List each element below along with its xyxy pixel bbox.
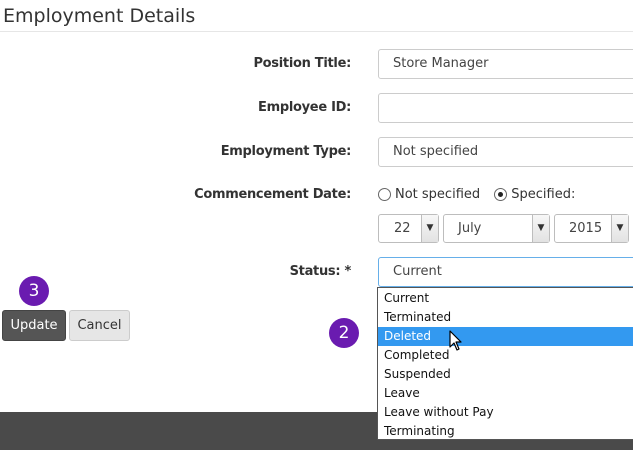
commencement-date-label: Commencement Date: — [194, 187, 351, 202]
dropdown-option-terminating[interactable]: Terminating — [378, 422, 633, 441]
dropdown-option-leave[interactable]: Leave — [378, 384, 633, 403]
status-dropdown-list[interactable]: Current Terminated Deleted Completed Sus… — [377, 287, 633, 440]
update-button[interactable]: Update — [2, 310, 66, 341]
radio-not-specified-circle[interactable] — [378, 188, 391, 201]
radio-specified-circle[interactable] — [494, 188, 508, 201]
position-title-input[interactable]: Store Manager — [378, 49, 633, 79]
section-title: Employment Details — [3, 5, 196, 27]
day-select[interactable]: 22 ▼ — [378, 214, 439, 243]
mouse-pointer-icon — [449, 330, 462, 351]
chevron-down-icon[interactable]: ▼ — [611, 215, 628, 242]
radio-specified[interactable]: Specified: — [494, 187, 575, 202]
employment-type-label: Employment Type: — [220, 144, 352, 159]
radio-not-specified[interactable]: Not specified — [378, 187, 480, 202]
chevron-down-icon[interactable]: ▼ — [532, 215, 549, 242]
year-select[interactable]: 2015 ▼ — [554, 214, 629, 243]
radio-specified-label: Specified: — [511, 187, 576, 202]
position-title-label: Position Title: — [253, 56, 351, 71]
commencement-date-options: Not specified Specified: — [378, 187, 585, 205]
section-divider — [0, 31, 633, 32]
employee-id-input[interactable] — [378, 93, 633, 123]
status-label: Status: * — [289, 264, 352, 279]
month-value: July — [458, 221, 482, 236]
step-badge-3: 3 — [19, 276, 49, 306]
day-value: 22 — [394, 221, 411, 236]
status-select[interactable]: Current — [378, 257, 633, 287]
month-select[interactable]: July ▼ — [443, 214, 550, 243]
dropdown-option-leave-without-pay[interactable]: Leave without Pay — [378, 403, 633, 422]
dropdown-option-completed[interactable]: Completed — [378, 346, 633, 365]
dropdown-option-current[interactable]: Current — [378, 289, 633, 308]
step-badge-2: 2 — [329, 318, 359, 348]
radio-not-specified-label: Not specified — [395, 187, 481, 202]
employment-type-select[interactable]: Not specified — [378, 137, 633, 167]
dropdown-option-terminated[interactable]: Terminated — [378, 308, 633, 327]
dropdown-option-suspended[interactable]: Suspended — [378, 365, 633, 384]
dropdown-option-deleted[interactable]: Deleted — [378, 327, 633, 346]
employee-id-label: Employee ID: — [258, 100, 351, 115]
year-value: 2015 — [569, 221, 603, 236]
cancel-button[interactable]: Cancel — [69, 310, 130, 341]
chevron-down-icon[interactable]: ▼ — [421, 215, 438, 242]
